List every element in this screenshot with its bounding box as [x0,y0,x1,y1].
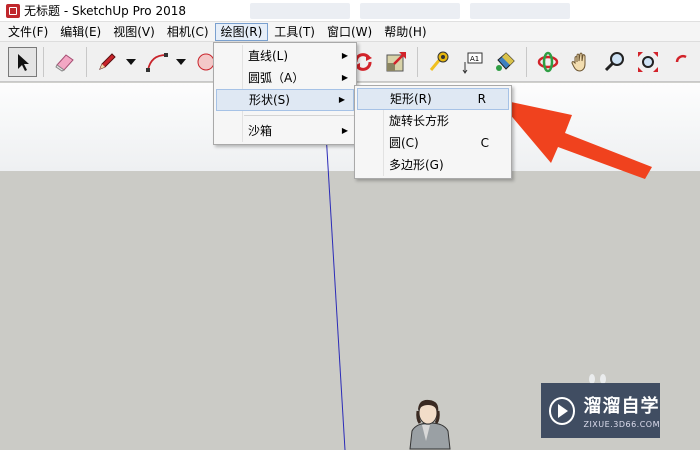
submenu-arrow-icon: ▶ [338,95,345,104]
menu-item-label: 旋转长方形 [389,114,450,128]
zoom-extents-icon [637,51,658,72]
menu-item-label: 形状(S) [249,93,290,107]
eraser-tool-button[interactable] [50,47,79,77]
human-figure [409,399,451,450]
previous-view-icon [676,54,687,62]
draw-menu-dropdown: 直线(L) ▶ 圆弧（A） ▶ 形状(S) ▶ 沙箱 ▶ [213,42,357,145]
svg-text:A1: A1 [470,55,479,63]
play-logo-icon [549,396,576,425]
zoom-icon [604,51,624,71]
menu-divider [244,115,354,116]
submenu-arrow-icon: ▶ [341,51,348,60]
background-tab [360,3,460,19]
previous-view-tool-button[interactable] [667,47,696,77]
draw-menu-sandbox[interactable]: 沙箱 ▶ [214,120,356,142]
pencil-dropdown-arrow[interactable] [126,47,137,77]
shortcut-label: C [480,136,489,150]
red-annotation-arrow [497,99,652,179]
arc-dropdown-arrow[interactable] [175,47,186,77]
title-bar: 无标题 - SketchUp Pro 2018 [0,0,700,22]
paint-bucket-icon [496,51,516,71]
zoom-tool-button[interactable] [600,47,629,77]
draw-menu-line[interactable]: 直线(L) ▶ [214,45,356,67]
arc-tool-button[interactable] [142,47,171,77]
tape-measure-tool-button[interactable] [424,47,453,77]
menu-file[interactable]: 文件(F) [2,23,54,41]
pencil-tool-button[interactable] [93,47,122,77]
scale-tool-button[interactable] [382,47,411,77]
chevron-down-icon [175,58,186,65]
zoom-extents-tool-button[interactable] [633,47,662,77]
shape-menu-polygon[interactable]: 多边形(G) [355,154,511,176]
submenu-arrow-icon: ▶ [341,126,348,135]
menu-window[interactable]: 窗口(W) [321,23,378,41]
menu-edit[interactable]: 编辑(E) [54,23,107,41]
watermark-sub-text: ZIXUE.3D66.COM [583,420,660,429]
watermark-badge: 溜溜自学 ZIXUE.3D66.COM [541,383,660,438]
menu-item-label: 沙箱 [248,124,273,138]
watermark-text: 溜溜自学 ZIXUE.3D66.COM [583,392,660,429]
submenu-arrow-icon: ▶ [341,73,348,82]
menu-camera[interactable]: 相机(C) [161,23,215,41]
text-tool-button[interactable]: A1 [457,47,486,77]
pencil-icon [99,52,117,70]
watermark-main-text: 溜溜自学 [583,396,660,417]
menu-draw[interactable]: 绘图(R) [214,22,269,41]
shape-menu-circle[interactable]: 圆(C) C [355,132,511,154]
chevron-down-icon [126,58,137,65]
menu-help[interactable]: 帮助(H) [378,23,432,41]
shape-menu-rotated-rectangle[interactable]: 旋转长方形 [355,110,511,132]
sketchup-logo-icon [6,3,20,18]
paint-bucket-tool-button[interactable] [491,47,520,77]
pan-icon [571,52,586,72]
menu-tools[interactable]: 工具(T) [268,23,321,41]
tape-measure-icon [429,51,449,71]
toolbar-separator [85,46,87,77]
text-icon: A1 [462,52,483,74]
shape-submenu: 矩形(R) R 旋转长方形 圆(C) C 多边形(G) [354,85,512,179]
draw-menu-shape[interactable]: 形状(S) ▶ [216,89,354,111]
menu-bar: 文件(F) 编辑(E) 视图(V) 相机(C) 绘图(R) 工具(T) 窗口(W… [0,22,700,42]
shortcut-label: R [477,92,486,106]
toolbar-separator [43,46,45,77]
menu-item-label: 矩形(R) [390,92,432,106]
menu-view[interactable]: 视图(V) [107,23,161,41]
menu-item-label: 圆(C) [389,136,419,150]
shape-menu-rectangle[interactable]: 矩形(R) R [357,88,509,110]
draw-menu-arc[interactable]: 圆弧（A） ▶ [214,67,356,89]
eraser-icon [55,53,74,72]
menu-item-label: 圆弧（A） [248,71,305,85]
arc-icon [145,52,168,72]
select-icon [17,53,29,71]
toolbar-separator [416,46,418,77]
pan-tool-button[interactable] [566,47,595,77]
background-tab [250,3,350,19]
menu-item-label: 多边形(G) [389,158,444,172]
background-tabs [250,3,570,19]
menu-item-label: 直线(L) [248,49,289,63]
background-tab [470,3,570,19]
toolbar-separator [526,46,528,77]
scale-icon [386,51,407,71]
orbit-icon [537,51,559,72]
orbit-tool-button[interactable] [533,47,562,77]
window-title: 无标题 - SketchUp Pro 2018 [24,4,186,18]
select-tool-button[interactable] [8,46,38,77]
